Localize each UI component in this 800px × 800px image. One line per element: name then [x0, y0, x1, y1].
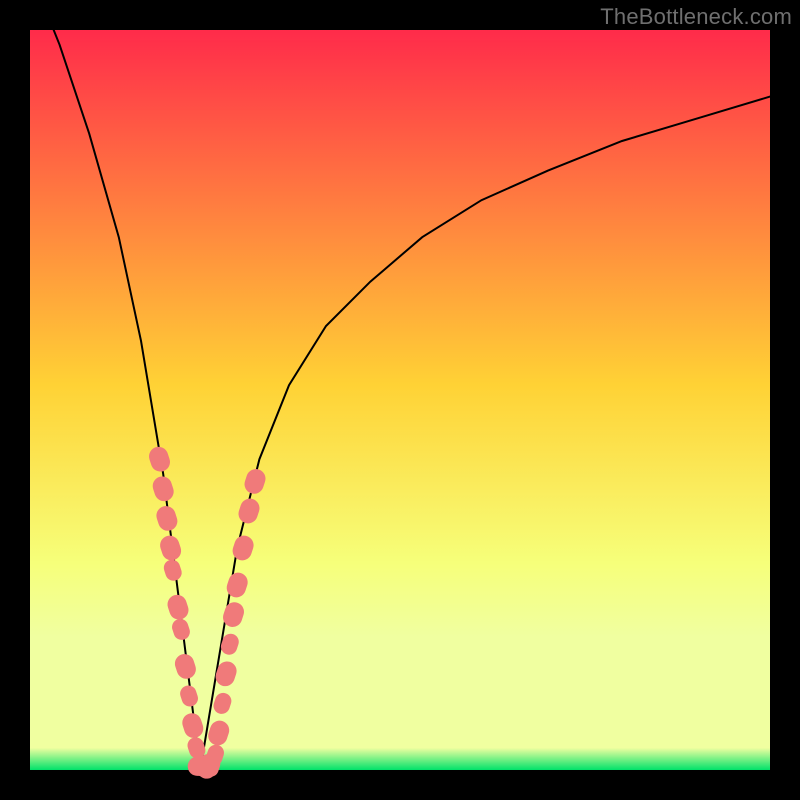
curve-marker-pill	[180, 711, 206, 741]
curve-marker	[180, 711, 206, 741]
curve-marker	[211, 691, 233, 716]
curve-marker-pill	[230, 533, 256, 563]
curve-marker	[178, 683, 200, 708]
curve-marker-pill	[150, 474, 176, 504]
curve-marker	[224, 570, 250, 600]
curve-marker-pill	[158, 533, 184, 563]
curve-marker-pill	[206, 718, 232, 748]
curve-marker	[236, 496, 262, 526]
curve-marker-pill	[165, 592, 191, 622]
bottleneck-curve-svg	[30, 30, 770, 770]
curve-marker-pill	[147, 444, 173, 474]
curve-marker	[206, 718, 232, 748]
watermark-text: TheBottleneck.com	[600, 4, 792, 30]
curve-marker-pill	[154, 504, 180, 534]
chart-frame: TheBottleneck.com	[0, 0, 800, 800]
curve-marker-pill	[224, 570, 250, 600]
curve-marker-pill	[236, 496, 262, 526]
curve-marker-pill	[170, 617, 192, 642]
curve-marker	[162, 558, 184, 583]
curve-marker-pill	[178, 683, 200, 708]
curve-marker	[165, 592, 191, 622]
curve-marker	[154, 504, 180, 534]
curve-marker	[147, 444, 173, 474]
curve-marker	[242, 467, 268, 497]
curve-marker	[150, 474, 176, 504]
bottleneck-curve	[30, 0, 770, 770]
curve-marker	[170, 617, 192, 642]
curve-marker-pill	[242, 467, 268, 497]
curve-marker-pill	[172, 652, 198, 682]
curve-marker	[230, 533, 256, 563]
curve-marker-pill	[162, 558, 184, 583]
plot-area	[30, 30, 770, 770]
curve-marker	[158, 533, 184, 563]
curve-marker	[172, 652, 198, 682]
curve-marker-pill	[211, 691, 233, 716]
